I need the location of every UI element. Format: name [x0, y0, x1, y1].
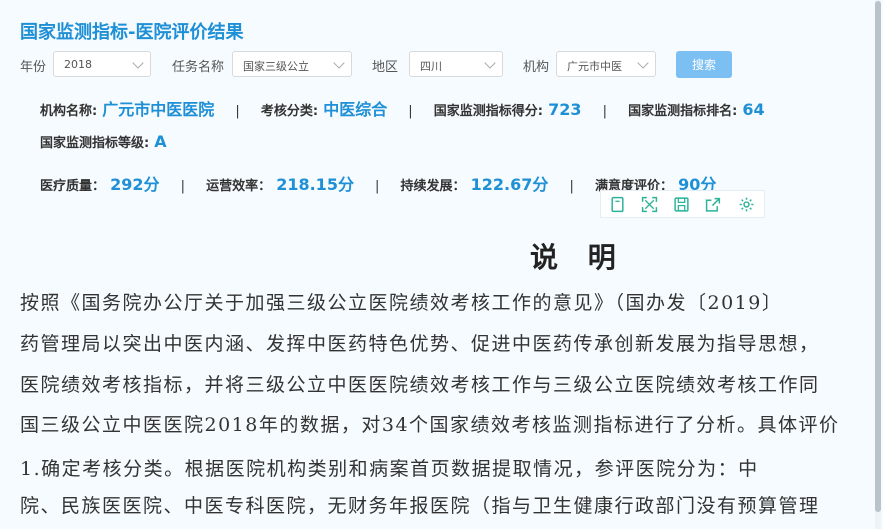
chevron-down-icon: [333, 57, 345, 69]
year-select[interactable]: 2018: [53, 51, 151, 77]
task-label: 任务名称: [172, 60, 225, 75]
year-label: 年份: [20, 60, 47, 75]
summary-row-2: 国家监测指标等级: A: [40, 132, 183, 151]
separator: |: [235, 104, 240, 119]
separator: |: [569, 179, 574, 194]
document-toolbar: [600, 190, 765, 218]
task-select-value: 国家三级公立: [243, 60, 309, 73]
region-select-value: 四川: [420, 60, 442, 73]
settings-icon[interactable]: [738, 196, 755, 213]
grade-key: 国家监测指标等级:: [40, 136, 150, 151]
page-title: 国家监测指标-医院评价结果: [20, 22, 244, 43]
search-button[interactable]: 搜索: [676, 51, 732, 78]
region-select[interactable]: 四川: [409, 51, 503, 77]
separator: |: [408, 104, 413, 119]
institution-select-value: 广元市中医: [567, 60, 622, 73]
document-line: 1.确定考核分类。根据医院机构类别和病案首页数据提取情况，参评医院分为：中: [20, 458, 759, 480]
institution-label: 机构: [523, 60, 550, 75]
year-select-value: 2018: [64, 58, 92, 71]
score-value: 723: [548, 100, 582, 119]
efficiency-key: 运营效率：: [206, 179, 272, 194]
fullscreen-icon[interactable]: [641, 196, 658, 213]
category-key: 考核分类:: [260, 104, 319, 119]
document-line: 医院绩效考核指标，并将三级公立中医医院绩效考核工作与三级公立医院绩效考核工作同: [20, 374, 820, 396]
filter-bar: 年份 2018 任务名称 国家三级公立 地区 四川 机构 广元市中医 搜索: [20, 51, 740, 79]
institution-select[interactable]: 广元市中医: [556, 51, 656, 77]
export-icon[interactable]: [705, 196, 722, 213]
document-line: 国三级公立中医医院2018年的数据，对34个国家绩效考核监测指标进行了分析。具体…: [20, 414, 840, 436]
separator: |: [180, 179, 185, 194]
chevron-down-icon: [484, 57, 496, 69]
summary-row-1: 机构名称: 广元市中医医院 | 考核分类: 中医综合 | 国家监测指标得分: 7…: [40, 96, 781, 120]
save-icon[interactable]: [673, 196, 690, 213]
category-value: 中医综合: [323, 100, 388, 119]
chevron-down-icon: [637, 57, 649, 69]
sustainability-key: 持续发展：: [400, 179, 466, 194]
copy-icon[interactable]: [609, 196, 626, 213]
score-key: 国家监测指标得分:: [433, 104, 543, 119]
document-line: 药管理局以突出中医内涵、发挥中医药特色优势、促进中医药传承创新发展为指导思想，: [20, 333, 820, 355]
rank-value: 64: [742, 100, 765, 119]
document-title: 说 明: [530, 241, 626, 274]
grade-value: A: [154, 132, 167, 151]
institution-name-value: 广元市中医医院: [102, 100, 215, 119]
separator: |: [602, 104, 607, 119]
document-line: 按照《国务院办公厅关于加强三级公立医院绩效考核工作的意见》（国办发〔2019〕: [20, 292, 783, 314]
rank-key: 国家监测指标排名:: [628, 104, 738, 119]
scrollbar-thumb[interactable]: [875, 1, 881, 512]
region-label: 地区: [372, 60, 399, 75]
separator: |: [375, 179, 380, 194]
task-select[interactable]: 国家三级公立: [232, 51, 352, 77]
medical-quality-key: 医疗质量：: [40, 179, 106, 194]
document-line: 院、民族医医院、中医专科医院，无财务年报医院（指与卫生健康行政部门没有预算管理: [20, 495, 820, 517]
sustainability-value: 122.67分: [470, 175, 549, 194]
chevron-down-icon: [132, 57, 144, 69]
institution-name-key: 机构名称:: [40, 104, 98, 119]
medical-quality-value: 292分: [110, 175, 160, 194]
efficiency-value: 218.15分: [276, 175, 354, 194]
